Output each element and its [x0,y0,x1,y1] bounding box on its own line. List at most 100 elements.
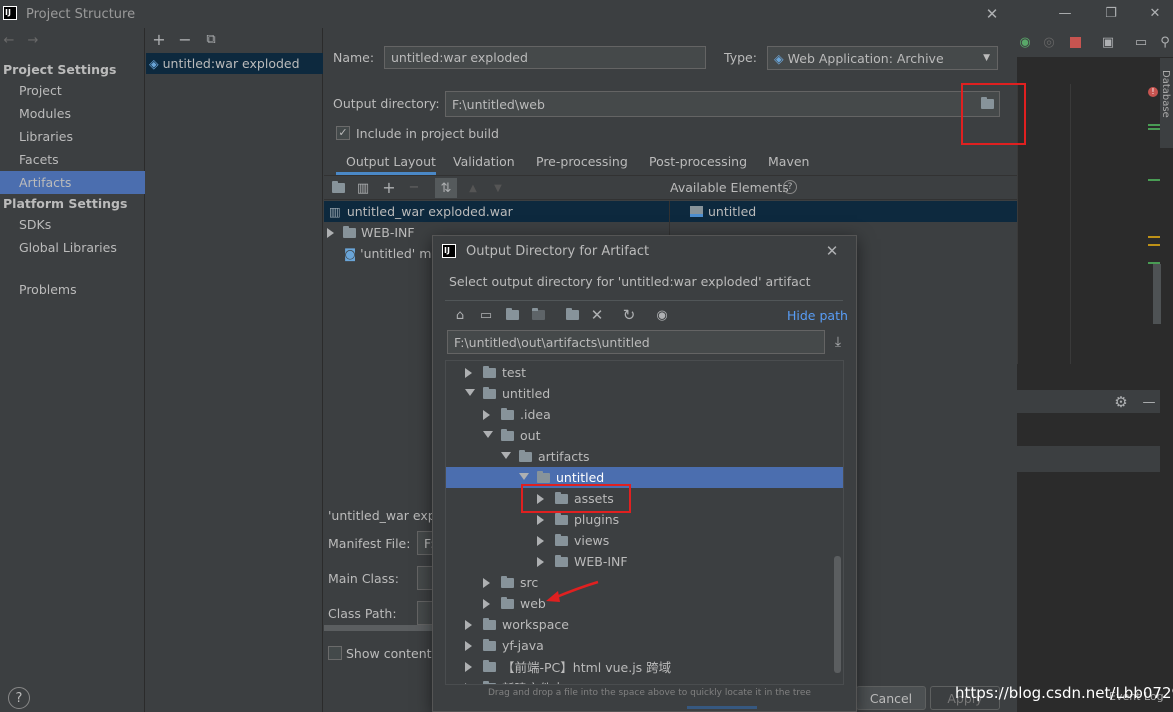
name-input[interactable]: untitled:war exploded [384,46,706,69]
path-input[interactable]: F:\untitled\out\artifacts\untitled [447,330,825,354]
expand-arrow-icon[interactable] [537,515,544,525]
settings-gear-icon[interactable]: ⚙ [1113,393,1129,411]
stop-icon[interactable] [1070,37,1081,48]
sidebar-item-problems[interactable]: Problems [19,282,77,297]
tree-item-10[interactable]: src [446,572,843,593]
tab-post-processing[interactable]: Post-processing [649,150,747,172]
tab-maven[interactable]: Maven [768,150,809,172]
expand-arrow-icon[interactable] [465,368,472,378]
new-folder-icon[interactable] [563,306,581,324]
tree-item-5[interactable]: untitled [446,467,843,488]
window-close-icon[interactable]: ✕ [1145,4,1165,22]
layout-row-webinf[interactable]: WEB-INF [324,222,415,243]
delete-icon[interactable]: ✕ [588,306,606,324]
tree-item-8[interactable]: views [446,530,843,551]
debug-icon[interactable]: ◉ [1017,34,1033,50]
expand-arrow-icon[interactable] [465,683,472,684]
remove-icon[interactable]: − [178,30,192,49]
dialog-subtitle: Select output directory for 'untitled:wa… [449,274,811,289]
project-folder-icon[interactable] [503,306,521,324]
structure-icon[interactable]: ▣ [1100,34,1116,50]
expand-arrow-icon[interactable] [465,641,472,651]
tree-item-14[interactable]: 【前端-PC】html vue.js 跨域 [446,656,843,677]
layout-icon[interactable]: ▭ [1133,34,1149,50]
tree-item-4[interactable]: artifacts [446,446,843,467]
download-icon[interactable]: ⤓ [829,333,847,351]
move-up-icon[interactable]: ▲ [465,180,481,196]
cancel-button[interactable]: Cancel [856,686,926,710]
expand-arrow-icon[interactable] [537,536,544,546]
tree-item-0[interactable]: test [446,362,843,383]
search-icon[interactable]: ⚲ [1157,34,1173,50]
layout-row-root[interactable]: ▥ untitled_war exploded.war [324,201,1017,222]
artifact-list-item[interactable]: ◈ untitled:war exploded [146,53,323,74]
back-arrow-icon[interactable]: ← [2,32,16,48]
forward-arrow-icon[interactable]: → [26,32,40,48]
layout-row-module[interactable]: ◙ 'untitled' mc [344,243,438,264]
tree-item-11[interactable]: web [446,593,843,614]
editor-scrollbar[interactable] [1153,264,1161,324]
help-circle-icon[interactable]: ? [783,180,797,194]
tree-item-7[interactable]: plugins [446,509,843,530]
close-icon[interactable]: ✕ [982,5,1002,23]
collapse-arrow-icon[interactable] [465,389,475,396]
tree-item-2[interactable]: .idea [446,404,843,425]
coverage-icon[interactable]: ◎ [1041,34,1057,50]
expand-arrow-icon[interactable] [537,557,544,567]
remove-element-icon[interactable]: − [406,179,422,195]
available-item[interactable]: untitled [690,201,756,222]
tree-item-13[interactable]: yf-java [446,635,843,656]
expand-arrow-icon[interactable] [483,578,490,588]
tab-pre-processing[interactable]: Pre-processing [536,150,628,172]
expand-arrow-icon[interactable] [483,599,490,609]
tree-item-9[interactable]: WEB-INF [446,551,843,572]
expand-arrow-icon[interactable] [465,620,472,630]
expand-arrow-icon[interactable] [483,410,490,420]
sidebar-item-global-libraries[interactable]: Global Libraries [19,240,117,255]
tab-validation[interactable]: Validation [453,150,515,172]
show-hidden-icon[interactable]: ◉ [653,306,671,324]
hide-path-link[interactable]: Hide path [787,308,848,323]
tree-item-12[interactable]: workspace [446,614,843,635]
archive-icon[interactable]: ▥ [355,180,371,196]
sidebar-item-facets[interactable]: Facets [0,148,145,171]
sidebar-item-modules[interactable]: Modules [0,102,145,125]
refresh-icon[interactable]: ↻ [620,306,638,324]
new-folder-icon[interactable] [330,180,346,196]
restore-icon[interactable]: ❐ [1101,4,1121,22]
help-button[interactable]: ? [8,687,30,709]
module-folder-icon[interactable] [529,306,547,324]
output-dir-input[interactable]: F:\untitled\web [445,91,1000,117]
collapse-icon[interactable]: — [1141,393,1157,411]
collapse-arrow-icon[interactable] [483,431,493,438]
add-copy-icon[interactable]: + [381,178,397,197]
section-project-settings: Project Settings [3,62,117,77]
include-checkbox[interactable]: ✓ [336,126,350,140]
available-item-label: untitled [708,204,757,219]
tree-item-15[interactable]: 新建文件夹 [446,677,843,684]
tree-item-3[interactable]: out [446,425,843,446]
tree-scrollbar[interactable] [834,556,841,673]
desktop-icon[interactable]: ▭ [477,306,495,324]
sidebar-item-artifacts[interactable]: Artifacts [0,171,145,194]
expand-arrow-icon[interactable] [465,662,472,672]
database-tab[interactable]: Database [1160,58,1173,148]
horizontal-scrollbar[interactable] [324,625,444,631]
type-select[interactable]: ◈ Web Application: Archive ▼ [767,46,998,70]
collapse-arrow-icon[interactable] [501,452,511,459]
show-content-checkbox[interactable] [328,646,342,660]
sort-icon[interactable]: ⇅ [435,178,457,198]
copy-icon[interactable]: ⧉ [204,31,218,47]
move-down-icon[interactable]: ▼ [490,180,506,196]
tree-item-1[interactable]: untitled [446,383,843,404]
tree-item-6[interactable]: assets [446,488,843,509]
sidebar-item-project[interactable]: Project [0,79,145,102]
home-icon[interactable]: ⌂ [451,306,469,324]
collapse-arrow-icon[interactable] [519,473,529,480]
sidebar-item-sdks[interactable]: SDKs [19,217,51,232]
add-icon[interactable]: + [152,30,166,49]
tab-output-layout[interactable]: Output Layout [346,150,436,172]
minimize-icon[interactable]: — [1055,4,1075,22]
sidebar-item-libraries[interactable]: Libraries [0,125,145,148]
dialog-close-icon[interactable]: ✕ [822,241,842,261]
